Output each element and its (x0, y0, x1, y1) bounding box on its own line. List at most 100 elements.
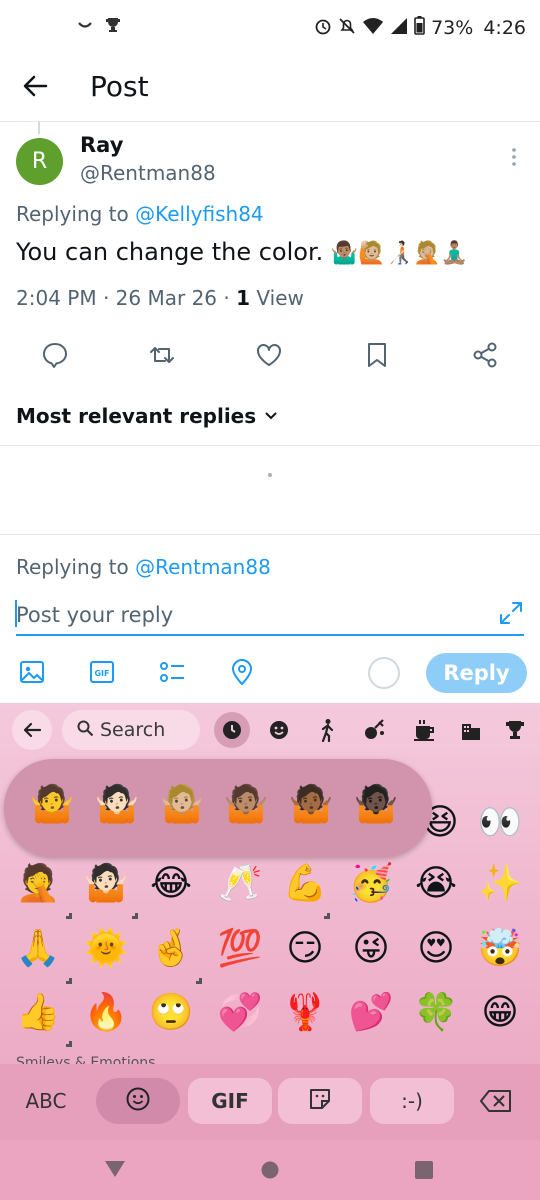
emoji-key[interactable]: 🙄 (143, 995, 199, 1031)
keyboard-toolbar: Search (0, 703, 540, 757)
recent-icon[interactable] (214, 712, 250, 748)
emoji-key[interactable]: 💯 (212, 931, 268, 967)
gif-tab-key[interactable]: GIF (188, 1078, 272, 1124)
nav-back-icon[interactable] (104, 1160, 126, 1182)
skin-tone-option[interactable]: 🤷🏽 (218, 787, 274, 823)
keyboard-back-icon[interactable] (12, 710, 52, 750)
emoji-key[interactable]: 🥂 (212, 866, 268, 902)
skin-tone-option[interactable]: 🤷🏾 (283, 787, 339, 823)
emoji-key[interactable]: ✨ (472, 866, 528, 902)
nav-home-icon[interactable] (260, 1160, 280, 1184)
tweet-date: 26 Mar 26 (115, 286, 218, 310)
tweet-emojis: 🤷🏽‍♂️🙋🏼🧑🏻‍🦯🤦🏼🧘🏽‍♂️ (330, 241, 468, 266)
like-icon[interactable] (254, 340, 284, 370)
skin-variant-marker (324, 913, 330, 919)
food-icon[interactable] (410, 715, 440, 745)
replying-prefix: Replying to (16, 202, 129, 226)
emoji-key[interactable]: 🌞 (78, 931, 134, 967)
gif-icon[interactable]: GIF (88, 658, 118, 688)
header-divider (0, 121, 540, 122)
sticker-tab-key[interactable] (278, 1078, 362, 1124)
app-header: Post (0, 60, 540, 122)
nav-recents-icon[interactable] (414, 1160, 434, 1184)
replying-handle-link[interactable]: @Kellyfish84 (135, 202, 264, 226)
thread-line (38, 122, 40, 134)
emoji-key[interactable]: 🙏 (10, 931, 66, 967)
emoji-key[interactable]: 😂 (143, 866, 199, 902)
alarm-icon (314, 17, 332, 40)
emoji-key[interactable]: 🤞 (143, 931, 199, 967)
more-options-icon[interactable] (506, 146, 522, 168)
abc-key[interactable]: ABC (8, 1078, 84, 1124)
sticker-icon (307, 1086, 333, 1117)
replies-sort-dropdown[interactable]: Most relevant replies (16, 404, 278, 428)
text-caret (15, 600, 17, 627)
poll-icon[interactable] (158, 658, 188, 688)
character-count-circle (368, 657, 400, 689)
smile-icon (76, 16, 94, 39)
places-icon[interactable] (456, 715, 486, 745)
emoji-key[interactable]: 💪 (277, 866, 333, 902)
image-icon[interactable] (18, 658, 48, 688)
tweet-meta: 2:04 PM · 26 Mar 26 · 1 View (16, 286, 304, 310)
trophy-category-icon[interactable] (500, 715, 530, 745)
search-label: Search (100, 719, 166, 741)
back-arrow-icon[interactable] (20, 70, 52, 102)
emoji-key[interactable]: 👍 (10, 995, 66, 1031)
avatar[interactable]: R (16, 138, 63, 185)
emoji-key[interactable]: 🦞 (277, 995, 333, 1031)
emoji-key[interactable]: 👀 (472, 805, 528, 841)
emoji-key[interactable]: 😏 (277, 931, 333, 967)
author-handle[interactable]: @Rentman88 (80, 161, 216, 185)
composer-replying-to: Replying to @Rentman88 (16, 555, 271, 579)
skin-tone-option[interactable]: 🤷🏻 (89, 787, 145, 823)
replying-to: Replying to @Kellyfish84 (16, 202, 264, 226)
signal-icon (390, 17, 408, 40)
activity-icon[interactable] (360, 715, 390, 745)
emoji-key[interactable]: 🥳 (343, 866, 399, 902)
views-count: 1 (236, 286, 251, 310)
location-icon[interactable] (228, 658, 258, 688)
skin-tone-option[interactable]: 🤷🏿 (348, 787, 404, 823)
emoji-search[interactable]: Search (62, 710, 200, 750)
emoji-key[interactable]: 😜 (343, 931, 399, 967)
emoji-key[interactable]: 😭 (408, 866, 464, 902)
reply-input[interactable] (16, 596, 524, 636)
sort-divider (0, 445, 540, 446)
skin-variant-marker (132, 913, 138, 919)
author-name[interactable]: Ray (80, 133, 123, 157)
emoji-key[interactable]: 🤦 (10, 866, 66, 902)
emoji-key[interactable]: 💕 (343, 995, 399, 1031)
composer-replying-handle[interactable]: @Rentman88 (135, 555, 271, 579)
emoji-tab-key[interactable] (96, 1078, 180, 1124)
composer-replying-prefix: Replying to (16, 555, 129, 579)
emoticon-tab-key[interactable]: :-) (370, 1078, 454, 1124)
svg-text:GIF: GIF (94, 669, 109, 678)
skin-tone-option[interactable]: 🤷🏼 (154, 787, 210, 823)
smiley-icon[interactable] (264, 715, 294, 745)
emoji-key[interactable]: 🔥 (78, 995, 134, 1031)
wifi-icon (362, 17, 384, 40)
reply-button[interactable]: Reply (426, 653, 527, 693)
expand-icon[interactable] (498, 600, 524, 626)
views-label[interactable]: View (256, 286, 303, 310)
backspace-icon[interactable] (460, 1078, 532, 1124)
emoji-key[interactable]: 💞 (212, 995, 268, 1031)
emoji-key[interactable]: 😍 (408, 931, 464, 967)
smiley-outline-icon (125, 1086, 151, 1117)
person-icon[interactable] (312, 715, 342, 745)
reply-icon[interactable] (40, 340, 70, 370)
emoji-key[interactable]: 😁 (472, 995, 528, 1031)
composer-divider (0, 534, 540, 535)
chevron-down-icon (264, 404, 278, 428)
share-icon[interactable] (470, 340, 500, 370)
skin-tone-popup: 🤷 🤷🏻 🤷🏼 🤷🏽 🤷🏾 🤷🏿 (4, 759, 432, 857)
trophy-icon (104, 16, 122, 39)
emoji-key[interactable]: 🤯 (472, 931, 528, 967)
emoji-key[interactable]: 🍀 (408, 995, 464, 1031)
skin-tone-option[interactable]: 🤷 (24, 787, 80, 823)
emoji-keyboard: Search 😆 👀 🤦 🤷🏻 😂 🥂 💪 🥳 😭 ✨ 🙏 🌞 🤞 💯 😏 😜 … (0, 703, 540, 1140)
retweet-icon[interactable] (147, 340, 177, 370)
bookmark-icon[interactable] (362, 340, 392, 370)
emoji-key[interactable]: 🤷🏻 (78, 866, 134, 902)
